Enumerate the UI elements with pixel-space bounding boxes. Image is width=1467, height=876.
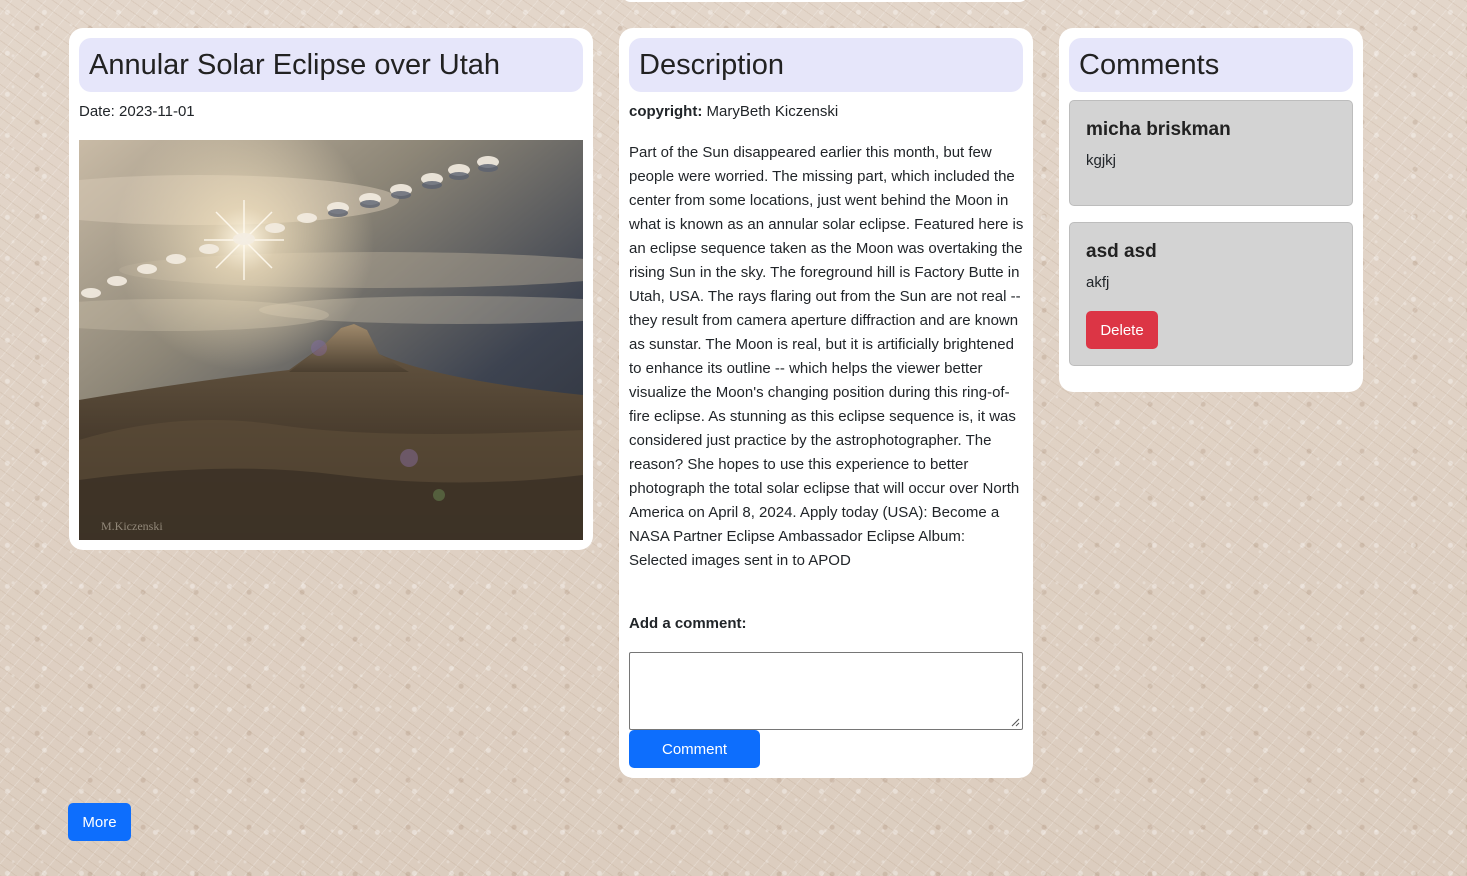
resize-grip-icon[interactable] [1011,718,1020,727]
comment-text: akfj [1086,274,1110,291]
copyright-value: MaryBeth Kiczenski [706,103,839,120]
comments-title: Comments [1069,38,1353,92]
copyright-label: copyright: [629,103,703,120]
comment-author: micha briskman [1086,119,1231,140]
comment-textarea[interactable] [629,652,1023,730]
apod-title: Annular Solar Eclipse over Utah [79,38,583,92]
comments-card: Comments micha briskman kgjkj asd asd ak… [1059,28,1363,392]
image-watermark: M.Kiczenski [101,519,163,533]
apod-explanation: Part of the Sun disappeared earlier this… [629,144,1024,569]
copyright-line: copyright: MaryBeth Kiczenski [629,103,838,120]
apod-image: M.Kiczenski [79,140,583,540]
comment-item: micha briskman kgjkj [1069,100,1353,206]
add-comment-label: Add a comment: [629,615,747,632]
description-card: Description copyright: MaryBeth Kiczensk… [619,28,1033,778]
top-card-edge [621,0,1029,2]
comment-item: asd asd akfj Delete [1069,222,1353,366]
comment-author: asd asd [1086,241,1157,262]
description-title: Description [629,38,1023,92]
delete-comment-button[interactable]: Delete [1086,311,1158,349]
more-button[interactable]: More [68,803,131,841]
apod-card: Annular Solar Eclipse over Utah Date: 20… [69,28,593,550]
comment-text: kgjkj [1086,152,1117,169]
apod-date: Date: 2023-11-01 [79,103,195,120]
comment-submit-button[interactable]: Comment [629,730,760,768]
